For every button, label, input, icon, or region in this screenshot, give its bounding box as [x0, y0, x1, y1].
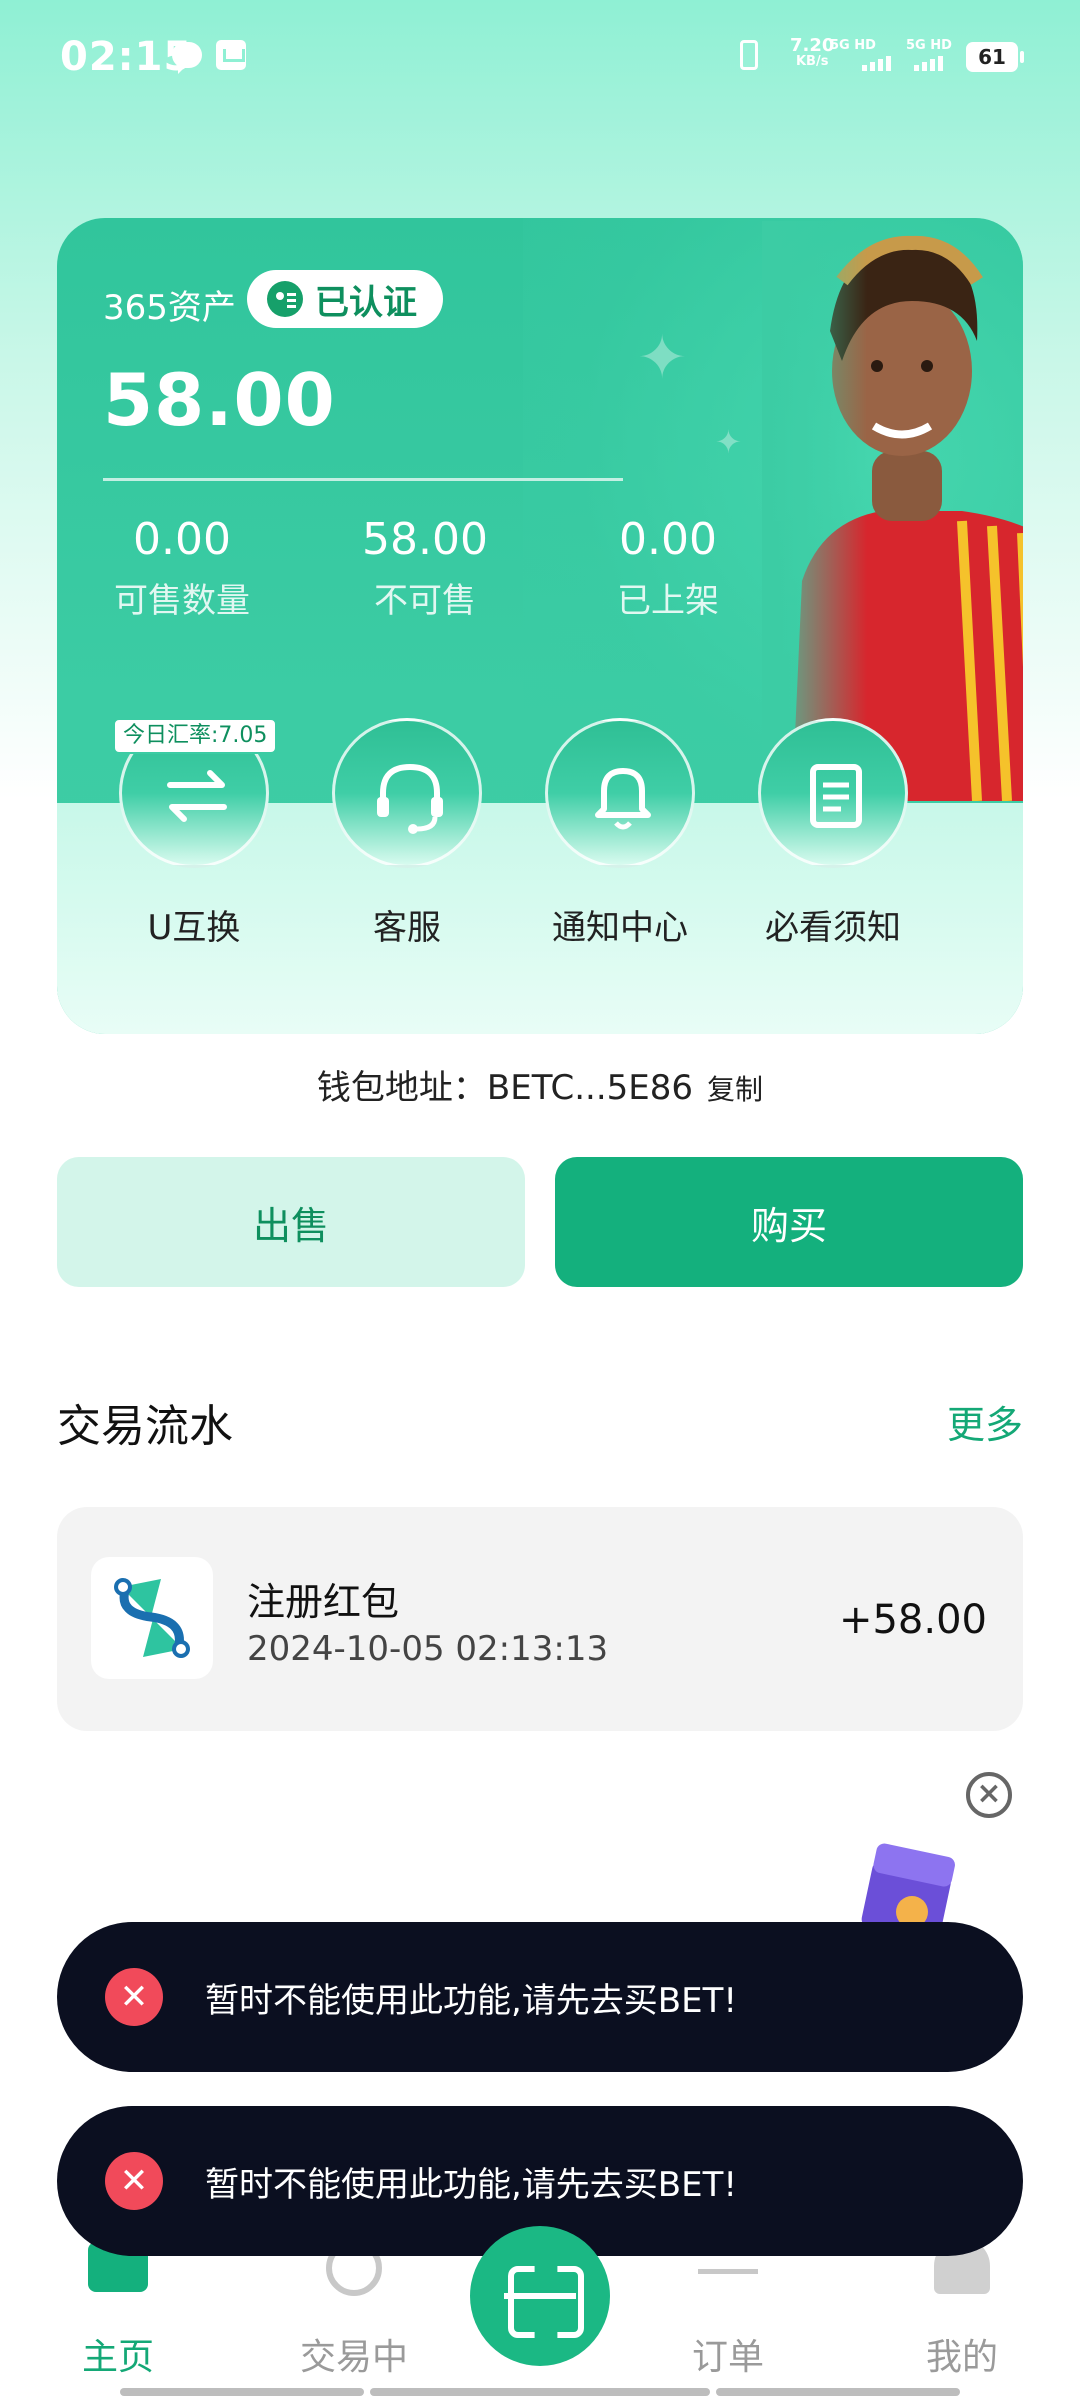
vibrate-icon — [740, 40, 758, 70]
toast-text: 暂时不能使用此功能,请先去买BET! — [205, 2164, 738, 2205]
sell-button[interactable]: 出售 — [57, 1157, 525, 1287]
gesture-bar — [120, 2388, 364, 2396]
bell-icon — [595, 768, 651, 830]
action-label: 必看须知 — [765, 908, 901, 948]
asset-card: ✦ ✦ 365资产 已认证 58.00 0.00 可售数量 58.00 不可售 — [57, 218, 1023, 1034]
verified-badge[interactable]: 已认证 — [247, 270, 443, 328]
stat-not-sellable: 58.00 不可售 — [362, 514, 488, 621]
divider — [103, 478, 623, 481]
status-bar: 02:15 7.20 KB/s 5G HD 5G HD 61 — [0, 0, 1080, 115]
nav-profile[interactable]: 我的 — [882, 2328, 1042, 2380]
notebook-icon — [810, 764, 862, 828]
app-logo-icon — [91, 1557, 213, 1679]
nav-home[interactable]: 主页 — [38, 2328, 198, 2380]
wallet-label: 钱包地址： — [316, 1068, 487, 1108]
section-title: 交易流水 — [57, 1401, 233, 1452]
nav-orders[interactable]: 订单 — [648, 2328, 808, 2380]
stat-listed: 0.00 已上架 — [617, 514, 719, 621]
transaction-amount: +58.00 — [838, 1597, 987, 1643]
more-link[interactable]: 更多 — [947, 1394, 1023, 1449]
store-icon — [216, 40, 246, 70]
gesture-bar — [370, 2388, 710, 2396]
action-notification-center[interactable]: 通知中心 — [545, 718, 695, 949]
headset-icon — [377, 763, 443, 834]
scan-button[interactable] — [470, 2226, 610, 2366]
transaction-item[interactable]: 注册红包 2024-10-05 02:13:13 +58.00 — [57, 1507, 1023, 1731]
total-assets: 58.00 — [103, 358, 336, 442]
buy-button[interactable]: 购买 — [555, 1157, 1023, 1287]
network-speed: 7.20 KB/s — [790, 35, 835, 69]
stat-sellable: 0.00 可售数量 — [114, 514, 250, 621]
gesture-bar — [716, 2388, 960, 2396]
wallet-address: BETC...5E86 — [486, 1068, 694, 1108]
error-icon: ✕ — [105, 2152, 163, 2210]
action-label: 通知中心 — [552, 908, 688, 948]
player-illustration — [762, 221, 1023, 801]
id-card-icon — [267, 281, 303, 317]
close-icon[interactable]: × — [966, 1772, 1012, 1818]
asset-label: 365资产 — [103, 288, 236, 328]
sim1-label: 5G HD — [830, 38, 876, 53]
sim2-label: 5G HD — [906, 38, 952, 53]
error-icon: ✕ — [105, 1968, 163, 2026]
exchange-rate-tag: 今日汇率:7.05 — [113, 718, 278, 754]
star-icon: ✦ — [715, 423, 742, 461]
signal-icon — [862, 56, 891, 71]
battery-icon: 61 — [966, 42, 1024, 72]
transaction-time: 2024-10-05 02:13:13 — [247, 1629, 609, 1669]
verified-label: 已认证 — [315, 282, 417, 323]
nav-trading[interactable]: 交易中 — [274, 2328, 434, 2380]
wallet-address-row: 钱包地址：BETC...5E86 复制 — [0, 1060, 1080, 1109]
action-label: 客服 — [373, 908, 441, 948]
action-must-read[interactable]: 必看须知 — [758, 718, 908, 949]
star-icon: ✦ — [637, 323, 688, 393]
error-toast: ✕ 暂时不能使用此功能,请先去买BET! — [57, 1922, 1023, 2072]
toast-text: 暂时不能使用此功能,请先去买BET! — [205, 1980, 738, 2021]
action-customer-service[interactable]: 客服 — [332, 718, 482, 949]
message-icon — [172, 42, 202, 74]
action-label: U互换 — [147, 908, 241, 948]
transaction-name: 注册红包 — [247, 1580, 400, 1624]
copy-button[interactable]: 复制 — [707, 1073, 763, 1106]
signal-icon — [914, 56, 943, 71]
